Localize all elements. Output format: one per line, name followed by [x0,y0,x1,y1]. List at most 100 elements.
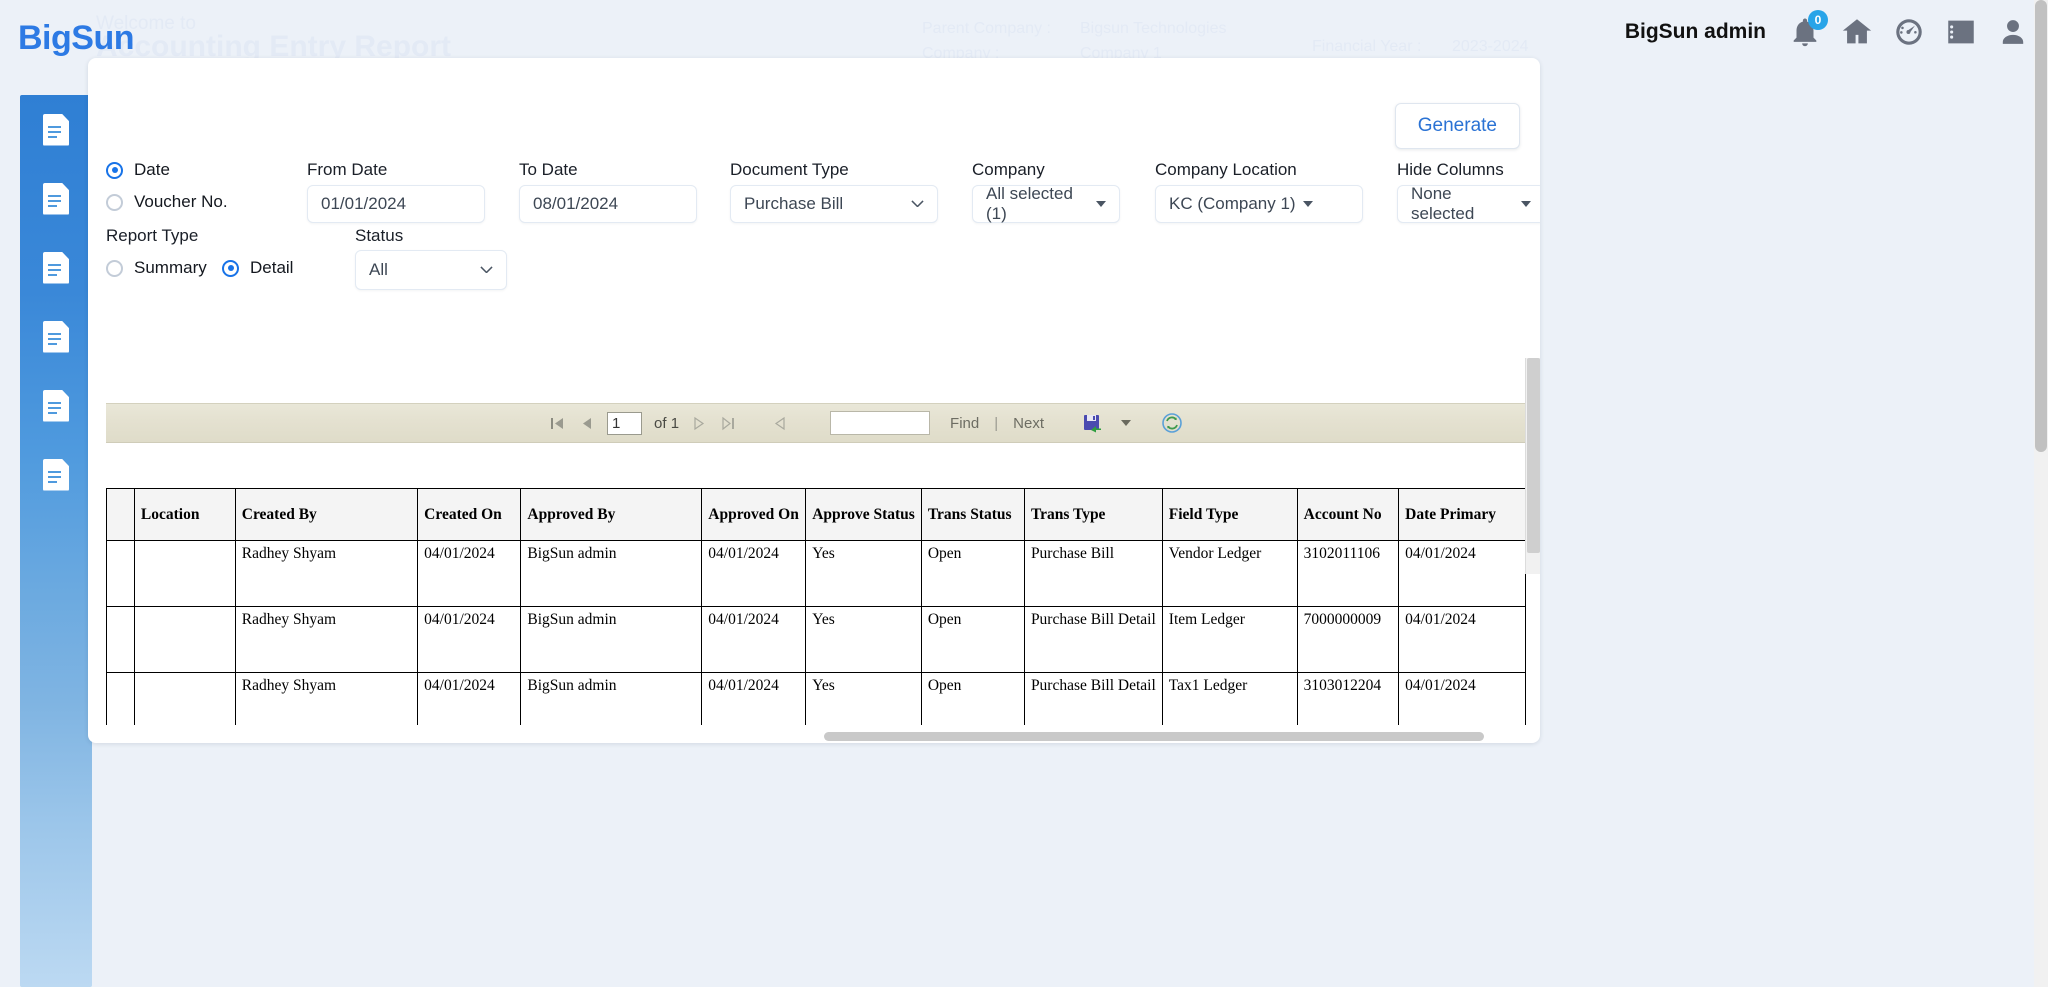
sidebar-item-document-1[interactable] [20,95,92,164]
generate-button-wrap: Generate [1394,103,1520,149]
save-export-icon[interactable] [1082,412,1104,434]
company-location-select[interactable]: KC (Company 1) [1155,185,1363,223]
next-page-icon[interactable] [691,415,708,432]
hide-columns-select[interactable]: None selected [1397,184,1540,223]
cell-trans-type: Purchase Bill [1023,540,1163,607]
sidebar-item-document-2[interactable] [20,164,92,233]
to-date-input[interactable] [519,185,697,223]
radio-date-label: Date [134,160,170,179]
radio-date-dot [106,161,123,179]
radio-summary-label: Summary [134,258,207,277]
status-select[interactable]: All [355,250,507,290]
cell-blank [106,540,135,607]
company-label: Company [972,160,1045,179]
refresh-icon[interactable] [1161,412,1183,434]
sidebar-item-document-6[interactable] [20,440,92,509]
company-location-label: Company Location [1155,160,1297,179]
bell-icon[interactable]: 0 [1788,10,1828,49]
find-separator: | [994,414,999,432]
ghost-financial-year-label: Financial Year : [1312,38,1422,55]
status-label: Status [355,226,404,245]
radio-date[interactable]: Date [106,160,170,180]
cell-approved-by: BigSun admin [520,672,703,725]
col-field-type: Field Type [1161,488,1298,541]
col-approved-by: Approved By [520,488,703,541]
sidebar-item-document-4[interactable] [20,302,92,371]
cell-created-by: Radhey Shyam [234,540,419,607]
from-date-input[interactable] [307,185,485,223]
first-page-icon[interactable] [549,415,566,432]
radio-detail-dot [222,259,239,277]
user-icon[interactable] [1996,15,2030,49]
cell-trans-type: Purchase Bill Detail [1023,672,1163,725]
brand-logo[interactable]: BigSun [18,19,134,58]
cell-approved-by: BigSun admin [520,540,703,607]
pagination-group: of 1 Find | Next [449,411,1183,435]
report-horizontal-scrollbar[interactable] [106,730,1526,743]
cell-trans-status: Open [920,540,1025,607]
report-type-label: Report Type [106,226,199,245]
caret-down-icon [1302,201,1313,207]
document-type-select[interactable]: Purchase Bill [730,185,938,223]
hide-columns-value: None selected [1411,184,1475,223]
cell-created-on: 04/01/2024 [417,672,522,725]
cell-field-type: Vendor Ledger [1161,540,1298,607]
cell-approve-status: Yes [805,606,922,673]
document-icon [43,458,69,491]
document-icon [43,251,69,284]
col-trans-status: Trans Status [920,488,1025,541]
document-icon [43,389,69,422]
generate-button[interactable]: Generate [1394,103,1520,149]
cell-date-primary: 04/01/2024 [1398,606,1526,673]
list-icon[interactable] [1944,15,1978,49]
find-input[interactable] [830,411,931,435]
company-location-value: KC (Company 1) [1169,194,1296,213]
table-row[interactable]: Radhey Shyam 04/01/2024 BigSun admin 04/… [106,540,1526,607]
from-date-label: From Date [307,160,388,179]
cell-created-on: 04/01/2024 [417,540,522,607]
previous-page-icon[interactable] [578,415,595,432]
cell-account-no: 7000000009 [1296,606,1400,673]
home-icon[interactable] [1840,15,1874,49]
company-select[interactable]: All selected (1) [972,184,1120,223]
table-row[interactable]: Radhey Shyam 04/01/2024 BigSun admin 04/… [106,606,1526,673]
to-date-label: To Date [519,160,578,179]
app-root: Welcome to Accounting Entry Report Paren… [0,0,2048,987]
radio-summary[interactable]: Summary [106,258,207,278]
cell-trans-type: Purchase Bill Detail [1023,606,1163,673]
notification-badge: 0 [1808,10,1828,30]
report-vertical-scroll-thumb[interactable] [1527,358,1540,553]
table-row[interactable]: Radhey Shyam 04/01/2024 BigSun admin 04/… [106,672,1526,725]
last-page-icon[interactable] [720,415,737,432]
page-number-input[interactable] [607,411,643,435]
find-link[interactable]: Find [950,415,979,432]
cell-approved-on: 04/01/2024 [701,606,807,673]
sidebar-rail [20,95,92,987]
sidebar-item-document-3[interactable] [20,233,92,302]
cell-created-on: 04/01/2024 [417,606,522,673]
report-vertical-scrollbar[interactable] [1525,358,1540,574]
back-to-parent-icon[interactable] [771,415,788,432]
dashboard-icon[interactable] [1892,15,1926,49]
status-value: All [369,260,388,279]
ghost-financial-year-value: 2023-2024 [1452,38,1529,55]
col-location: Location [133,488,236,541]
page-vertical-scroll-thumb[interactable] [2035,0,2047,452]
document-icon [43,113,69,146]
radio-detail[interactable]: Detail [222,258,293,278]
table-body: Radhey Shyam 04/01/2024 BigSun admin 04/… [106,540,1526,725]
document-type-label: Document Type [730,160,849,179]
sidebar-item-document-5[interactable] [20,371,92,440]
export-caret-icon[interactable] [1120,420,1131,426]
caret-down-icon [1521,201,1531,207]
find-next-link[interactable]: Next [1013,415,1044,432]
cell-location [133,672,236,725]
page-vertical-scrollbar[interactable] [2034,0,2048,987]
document-type-value: Purchase Bill [744,194,844,213]
cell-date-primary: 04/01/2024 [1398,672,1526,725]
radio-voucher-no[interactable]: Voucher No. [106,192,228,212]
cell-blank [106,672,135,725]
report-horizontal-scroll-thumb[interactable] [824,732,1484,741]
report-table-area: Location Created By Created On Approved … [106,443,1526,725]
cell-field-type: Tax1 Ledger [1161,672,1298,725]
